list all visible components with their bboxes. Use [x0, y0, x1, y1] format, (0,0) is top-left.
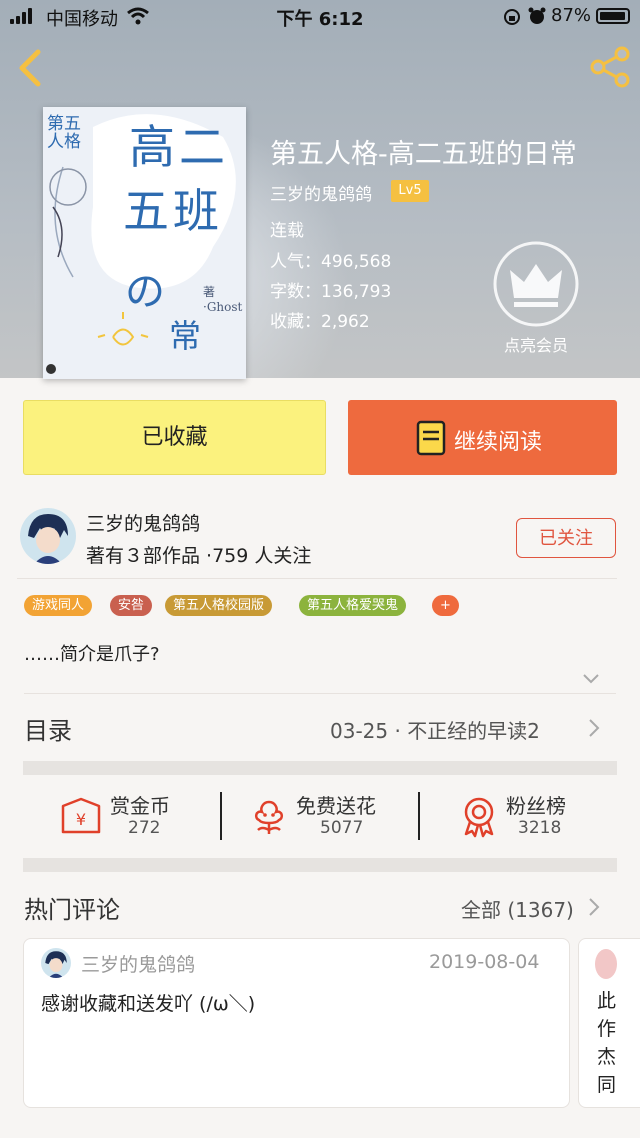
cover-author-mark: 著·Ghost — [203, 285, 243, 314]
book-intro: ……简介是爪子? — [24, 644, 160, 665]
cover-title-line3: の — [125, 269, 165, 315]
collection-count-label: 收藏： — [270, 312, 321, 332]
cover-side-text: 第五人格 — [47, 114, 81, 152]
word-count-label: 字数： — [270, 282, 321, 302]
continue-reading-label: 继续阅读 — [454, 430, 543, 455]
hot-comments-label: 热门评论 — [24, 896, 120, 924]
battery-percent: 87% — [551, 5, 592, 26]
tag-campus[interactable]: 第五人格校园版 — [165, 595, 273, 616]
back-icon[interactable] — [14, 48, 44, 88]
comment-date: 2019-08-04 — [429, 951, 540, 973]
flower-icon — [254, 800, 284, 834]
send-flower-label: 免费送花 — [296, 794, 376, 818]
chevron-down-icon[interactable] — [582, 672, 600, 684]
tag-crybaby[interactable]: 第五人格爱哭鬼 — [299, 595, 407, 616]
comment-text: 此作杰同 — [597, 990, 617, 1096]
comment-text: 感谢收藏和送发吖 (/ω＼) — [41, 993, 256, 1015]
continue-reading-button[interactable]: 继续阅读 — [348, 400, 617, 475]
popularity-value: 496,568 — [321, 252, 392, 272]
alarm-icon — [528, 7, 546, 24]
tag-pairing[interactable]: 安咎 — [110, 595, 153, 616]
popularity-stat: 人气：496,568 — [270, 247, 391, 272]
vip-label: 点亮会员 — [503, 336, 568, 355]
divider — [17, 578, 617, 579]
fan-ranking-item[interactable]: 粉丝榜 3218 — [460, 788, 590, 844]
svg-text:¥: ¥ — [76, 810, 86, 829]
toc-label[interactable]: 目录 — [24, 711, 72, 746]
chevron-right-icon[interactable] — [587, 896, 601, 918]
reward-coins-item[interactable]: ¥ 赏金币 272 — [60, 788, 200, 844]
flower-count: 5077 — [320, 818, 364, 838]
commenter-avatar[interactable] — [41, 948, 71, 978]
reward-coins-label: 赏金币 — [110, 794, 170, 818]
add-tag-button[interactable]: + — [432, 595, 459, 616]
tag-game-fanfic[interactable]: 游戏同人 — [24, 595, 93, 616]
popularity-label: 人气： — [270, 252, 321, 272]
book-icon — [416, 420, 446, 456]
cover-title-line2: 五班 — [123, 184, 223, 238]
coin-envelope-icon: ¥ — [61, 797, 101, 834]
word-count-value: 136,793 — [321, 282, 392, 302]
followed-button[interactable]: 已关注 — [516, 518, 616, 558]
medal-icon — [464, 797, 494, 838]
reward-coins-count: 272 — [128, 818, 161, 838]
commenter-avatar[interactable] — [595, 949, 617, 979]
cover-title-line1: 高二 — [129, 120, 229, 174]
divider — [24, 693, 616, 694]
chevron-right-icon[interactable] — [587, 717, 601, 739]
collection-count-stat: 收藏：2,962 — [270, 307, 370, 332]
author-avatar[interactable] — [20, 508, 76, 564]
section-separator — [23, 858, 617, 872]
commenter-name[interactable]: 三岁的鬼鸽鸽 — [81, 950, 195, 977]
fan-ranking-label: 粉丝榜 — [506, 794, 566, 818]
latest-chapter[interactable]: 03-25 · 不正经的早读2 — [330, 715, 540, 744]
author-name[interactable]: 三岁的鬼鸽鸽 — [86, 509, 200, 536]
battery-icon — [596, 8, 630, 24]
comment-card[interactable]: 三岁的鬼鸽鸽 2019-08-04 感谢收藏和送发吖 (/ω＼) — [23, 938, 570, 1108]
author-stats: 著有３部作品 ·759 人关注 — [86, 545, 312, 567]
share-icon[interactable] — [588, 46, 632, 88]
author-name-link[interactable]: 三岁的鬼鸽鸽 — [270, 180, 372, 205]
avatar-image — [20, 508, 76, 564]
avatar-image — [41, 948, 71, 978]
collection-count-value: 2,962 — [321, 312, 370, 332]
author-level-badge: Lv5 — [391, 180, 429, 202]
comment-card[interactable]: 此作杰同 — [578, 938, 640, 1108]
send-flower-item[interactable]: 免费送花 5077 — [250, 788, 400, 844]
stat-separator — [418, 792, 420, 840]
rotation-lock-icon — [504, 9, 520, 25]
word-count-stat: 字数：136,793 — [270, 277, 391, 302]
collected-button[interactable]: 已收藏 — [23, 400, 326, 475]
stat-separator — [220, 792, 222, 840]
cover-title-line4: 常 — [169, 317, 202, 355]
book-cover[interactable]: 第五人格 高二 五班 の 常 著·Ghost — [43, 107, 246, 379]
serial-status: 连载 — [270, 221, 304, 241]
all-comments-link[interactable]: 全部 (1367) — [461, 894, 574, 923]
fan-count: 3218 — [518, 818, 562, 838]
section-separator — [23, 761, 617, 775]
vip-button[interactable]: 点亮会员 — [488, 240, 584, 360]
book-title: 第五人格-高二五班的日常 — [270, 139, 577, 170]
crown-icon — [493, 241, 579, 327]
